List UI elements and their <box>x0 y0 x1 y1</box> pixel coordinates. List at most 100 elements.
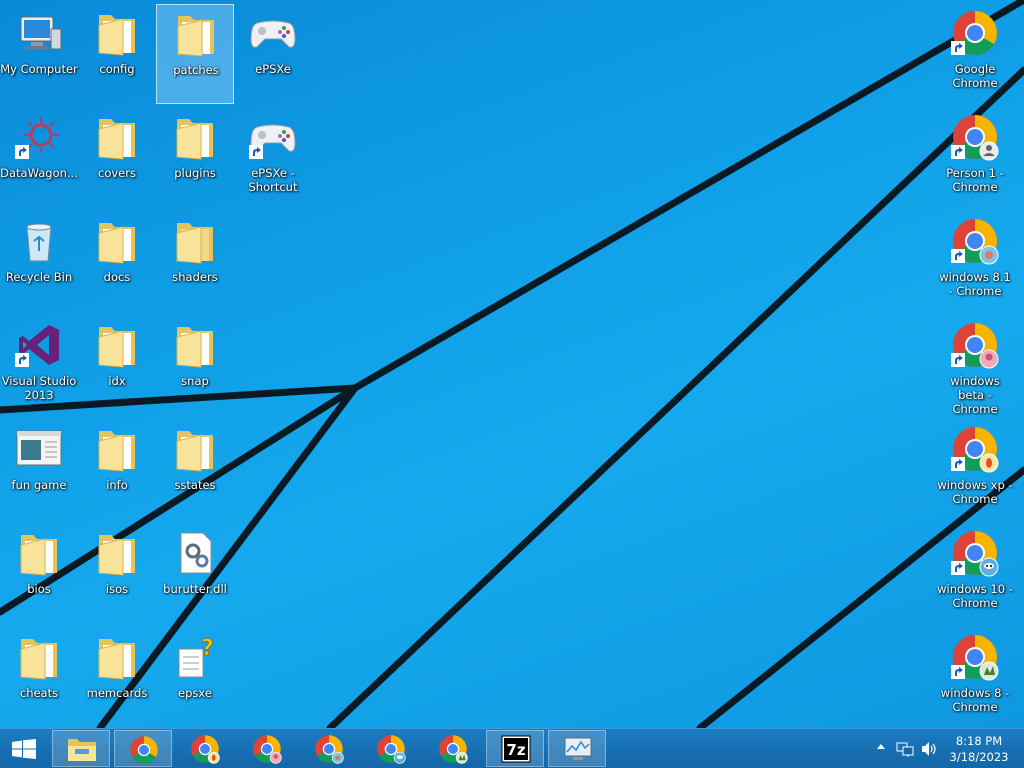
chrome-profile-icon <box>191 735 220 764</box>
windows-logo-icon <box>12 739 36 759</box>
icon-label: isos <box>105 582 129 596</box>
svg-text:7z: 7z <box>506 741 525 759</box>
desktop[interactable]: My Computer DataWagon... Recycle Bin Vis… <box>0 0 1024 728</box>
my-computer-icon-tile[interactable]: My Computer <box>0 4 78 104</box>
taskbar: 7z 8:18 PM 3/18/2023 <box>0 728 1024 768</box>
icon-label: Recycle Bin <box>5 270 73 284</box>
info-folder-tile[interactable]: info <box>78 420 156 520</box>
config-folder-tile[interactable]: config <box>78 4 156 104</box>
chrome-windows10-tile[interactable]: windows 10 - Chrome <box>936 524 1014 624</box>
chrome-windows-beta-tile[interactable]: windows beta - Chrome <box>936 316 1014 416</box>
epsxe-file-tile[interactable]: ? epsxe <box>156 628 234 728</box>
bios-folder-tile[interactable]: bios <box>0 524 78 624</box>
icon-label: windows 8 - Chrome <box>940 686 1010 714</box>
visual-studio-icon-tile[interactable]: Visual Studio 2013 <box>0 316 78 416</box>
icon-label: idx <box>108 374 126 388</box>
taskbar-chrome-windows-81[interactable] <box>300 730 358 767</box>
epsxe-icon-tile[interactable]: ePSXe <box>234 4 312 104</box>
clock-time: 8:18 PM <box>955 734 1003 748</box>
chrome-profile-icon <box>253 735 282 764</box>
shaders-folder-tile[interactable]: shaders <box>156 212 234 312</box>
chrome-person1-tile[interactable]: Person 1 - Chrome <box>936 108 1014 208</box>
icon-label: ePSXe - Shortcut <box>248 166 298 194</box>
folder-icon <box>68 739 96 761</box>
shortcut-arrow-icon <box>951 249 965 263</box>
icon-label: burutter.dll <box>163 582 227 596</box>
shortcut-arrow-icon <box>249 145 263 159</box>
icon-label: windows xp - Chrome <box>937 478 1013 506</box>
icon-label: config <box>99 62 135 76</box>
icon-label: My Computer <box>0 62 78 76</box>
epsxe-shortcut-tile[interactable]: ePSXe - Shortcut <box>234 108 312 208</box>
monitor-icon <box>564 737 592 760</box>
docs-folder-tile[interactable]: docs <box>78 212 156 312</box>
shortcut-arrow-icon <box>951 457 965 471</box>
snap-folder-tile[interactable]: snap <box>156 316 234 416</box>
volume-icon[interactable] <box>920 741 938 757</box>
cheats-folder-tile[interactable]: cheats <box>0 628 78 728</box>
shortcut-arrow-icon <box>951 353 965 367</box>
folder-icon <box>98 639 135 680</box>
shortcut-arrow-icon <box>951 41 965 55</box>
taskbar-chrome-windows-10[interactable] <box>362 730 420 767</box>
taskbar-file-explorer[interactable] <box>52 730 110 767</box>
datawagon-icon-tile[interactable]: DataWagon... <box>0 108 78 208</box>
isos-folder-tile[interactable]: isos <box>78 524 156 624</box>
taskbar-7zip[interactable]: 7z <box>486 730 544 767</box>
folder-icon <box>98 431 135 472</box>
icon-label: bios <box>27 582 51 596</box>
icon-label: epsxe <box>178 686 212 700</box>
plugins-folder-tile[interactable]: plugins <box>156 108 234 208</box>
gamepad-icon <box>250 20 296 48</box>
taskbar-chrome-windows-8[interactable] <box>424 730 482 767</box>
taskbar-performance-monitor[interactable] <box>548 730 606 767</box>
folder-icon <box>20 535 57 576</box>
sstates-folder-tile[interactable]: sstates <box>156 420 234 520</box>
taskbar-clock[interactable]: 8:18 PM 3/18/2023 <box>944 733 1014 765</box>
shortcut-arrow-icon <box>15 353 29 367</box>
show-hidden-icons-chevron-icon[interactable] <box>876 741 886 753</box>
folder-icon <box>98 15 135 56</box>
folder-icon <box>98 327 135 368</box>
taskbar-chrome[interactable] <box>114 730 172 767</box>
start-button[interactable] <box>0 730 48 767</box>
google-chrome-tile[interactable]: Google Chrome <box>936 4 1014 104</box>
icon-label: Google Chrome <box>952 62 998 90</box>
chrome-profile-icon <box>439 735 468 764</box>
icon-label: windows beta - Chrome <box>950 374 1000 416</box>
folder-icon <box>98 119 135 160</box>
chrome-windows8-tile[interactable]: windows 8 - Chrome <box>936 628 1014 728</box>
chrome-windows-xp-tile[interactable]: windows xp - Chrome <box>936 420 1014 520</box>
unknown-file-icon: ? <box>178 636 214 678</box>
folder-icon <box>176 431 213 472</box>
icon-label: plugins <box>174 166 216 180</box>
icon-label: covers <box>98 166 136 180</box>
icon-label: docs <box>103 270 131 284</box>
icon-label: ePSXe <box>255 62 291 76</box>
folder-icon <box>176 223 213 264</box>
shortcut-arrow-icon <box>951 561 965 575</box>
chrome-windows81-tile[interactable]: windows 8.1 - Chrome <box>936 212 1014 312</box>
network-icon[interactable] <box>896 741 914 757</box>
icon-label: Person 1 - Chrome <box>946 166 1004 194</box>
taskbar-chrome-windows-xp[interactable] <box>176 730 234 767</box>
icon-label: windows 10 - Chrome <box>937 582 1013 610</box>
covers-folder-tile[interactable]: covers <box>78 108 156 208</box>
folder-icon <box>98 223 135 264</box>
folder-icon <box>98 535 135 576</box>
icon-label: fun game <box>11 478 67 492</box>
shortcut-arrow-icon <box>951 665 965 679</box>
idx-folder-tile[interactable]: idx <box>78 316 156 416</box>
fun-game-icon-tile[interactable]: fun game <box>0 420 78 520</box>
burutter-dll-tile[interactable]: burutter.dll <box>156 524 234 624</box>
icon-label: info <box>106 478 128 492</box>
icon-label: Visual Studio 2013 <box>1 374 77 402</box>
chrome-icon <box>130 736 158 764</box>
recycle-bin-icon-tile[interactable]: Recycle Bin <box>0 212 78 312</box>
svg-text:?: ? <box>201 636 214 661</box>
patches-folder-tile[interactable]: patches <box>156 4 234 104</box>
icon-label: DataWagon... <box>0 166 78 180</box>
computer-icon <box>20 16 62 50</box>
memcards-folder-tile[interactable]: memcards <box>78 628 156 728</box>
taskbar-chrome-windows-beta[interactable] <box>238 730 296 767</box>
